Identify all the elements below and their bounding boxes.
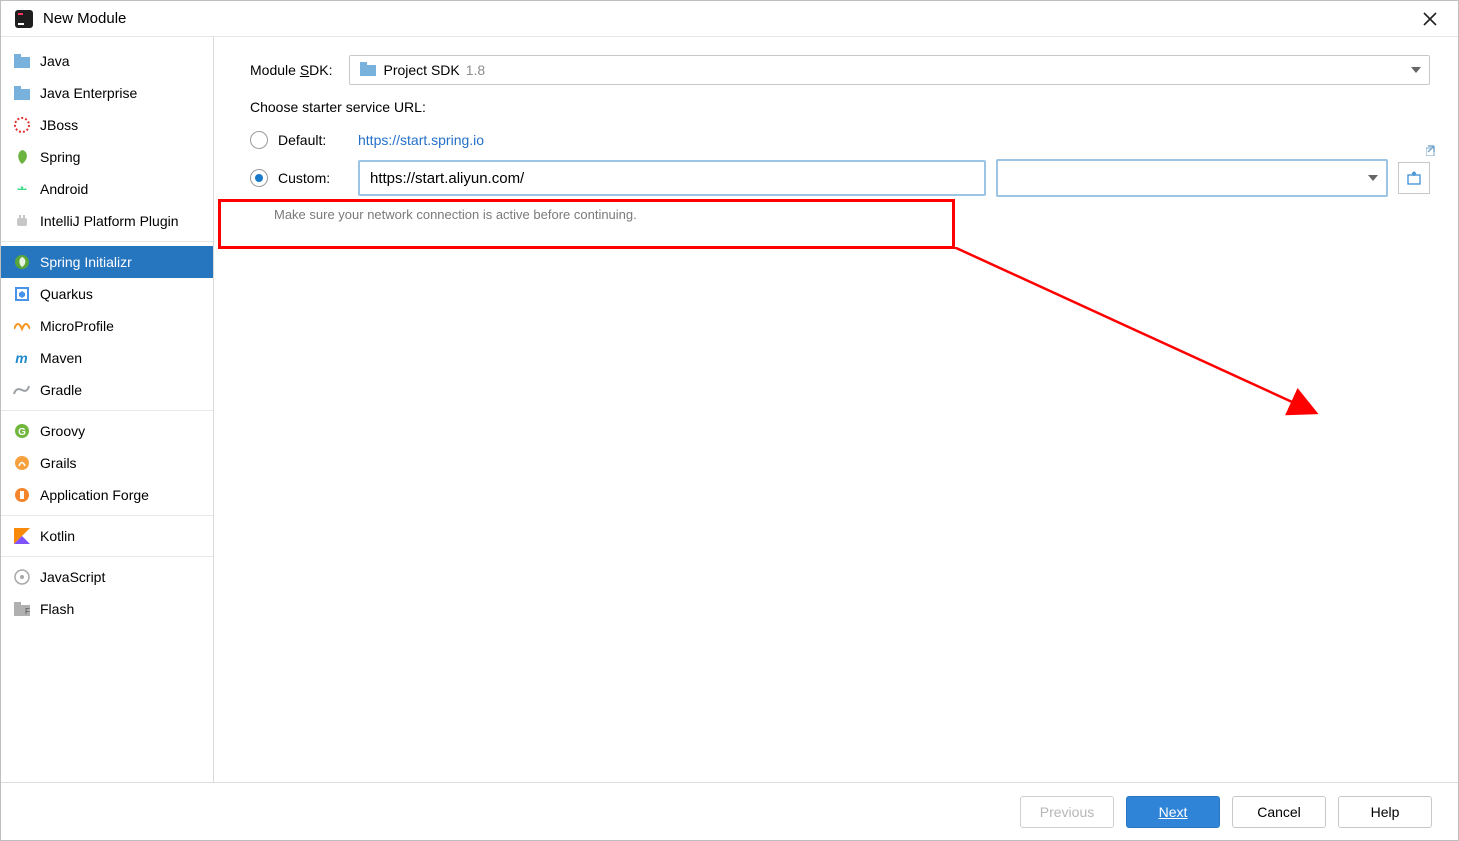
sidebar-item-flash[interactable]: F Flash — [1, 593, 213, 625]
module-type-sidebar: Java Java Enterprise JBoss Spring Androi… — [1, 37, 214, 782]
manage-settings-button[interactable] — [1398, 162, 1430, 194]
sidebar-item-label: Gradle — [40, 382, 82, 398]
main-panel: Module SDK: Project SDK 1.8 Choose start… — [214, 37, 1458, 782]
previous-button: Previous — [1020, 796, 1114, 828]
network-note: Make sure your network connection is act… — [274, 207, 1430, 222]
sidebar-item-microprofile[interactable]: MicroProfile — [1, 310, 213, 342]
custom-url-input[interactable] — [358, 160, 986, 196]
plugin-icon — [13, 213, 30, 230]
kotlin-icon — [13, 528, 30, 545]
sidebar-item-label: Kotlin — [40, 528, 75, 544]
grails-icon — [13, 455, 30, 472]
sidebar-item-intellij-plugin[interactable]: IntelliJ Platform Plugin — [1, 205, 213, 237]
window-title: New Module — [43, 10, 126, 27]
sidebar-item-android[interactable]: Android — [1, 173, 213, 205]
sidebar-item-label: MicroProfile — [40, 318, 114, 334]
default-radio-label: Default: — [278, 132, 344, 148]
sidebar-item-label: Quarkus — [40, 286, 93, 302]
folder-icon — [13, 85, 30, 102]
module-sdk-label: Module SDK: — [250, 62, 333, 78]
popout-icon[interactable] — [1426, 144, 1438, 156]
spring-initializr-icon — [13, 254, 30, 271]
starter-url-label: Choose starter service URL: — [250, 99, 1430, 115]
sidebar-item-groovy[interactable]: G Groovy — [1, 415, 213, 447]
sidebar-item-java[interactable]: Java — [1, 45, 213, 77]
svg-text:G: G — [18, 427, 26, 438]
sidebar-item-label: JavaScript — [40, 569, 105, 585]
sidebar-item-label: Maven — [40, 350, 82, 366]
groovy-icon: G — [13, 423, 30, 440]
quarkus-icon — [13, 286, 30, 303]
custom-radio[interactable] — [250, 169, 268, 187]
next-button[interactable]: Next — [1126, 796, 1220, 828]
dialog-footer: Previous Next Cancel Help — [1, 782, 1458, 840]
maven-icon: m — [13, 350, 30, 367]
annotation-arrow — [954, 247, 1334, 437]
jboss-icon — [13, 117, 30, 134]
sidebar-item-label: Grails — [40, 455, 77, 471]
android-icon — [13, 181, 30, 198]
folder-icon — [13, 53, 30, 70]
folder-grey-icon: F — [13, 601, 30, 618]
sidebar-item-label: Flash — [40, 601, 74, 617]
sidebar-item-kotlin[interactable]: Kotlin — [1, 520, 213, 552]
sidebar-item-label: Spring — [40, 149, 80, 165]
default-url-link[interactable]: https://start.spring.io — [358, 132, 484, 148]
custom-url-row: Custom: — [250, 163, 1430, 193]
sidebar-item-spring[interactable]: Spring — [1, 141, 213, 173]
settings-icon — [1406, 170, 1422, 186]
sidebar-item-quarkus[interactable]: Quarkus — [1, 278, 213, 310]
close-button[interactable] — [1412, 1, 1448, 37]
sidebar-item-spring-initializr[interactable]: Spring Initializr — [1, 246, 213, 278]
sdk-version-text: 1.8 — [466, 62, 485, 78]
cancel-button[interactable]: Cancel — [1232, 796, 1326, 828]
custom-url-history-combobox[interactable] — [996, 159, 1388, 197]
help-button[interactable]: Help — [1338, 796, 1432, 828]
new-module-dialog: New Module Java Java Enterprise JBoss — [0, 0, 1459, 841]
sidebar-item-application-forge[interactable]: Application Forge — [1, 479, 213, 511]
sidebar-item-grails[interactable]: Grails — [1, 447, 213, 479]
sidebar-item-label: Groovy — [40, 423, 85, 439]
chevron-down-icon — [1411, 67, 1421, 73]
module-sdk-combobox[interactable]: Project SDK 1.8 — [349, 55, 1431, 85]
microprofile-icon — [13, 318, 30, 335]
sidebar-item-jboss[interactable]: JBoss — [1, 109, 213, 141]
sidebar-item-java-enterprise[interactable]: Java Enterprise — [1, 77, 213, 109]
sidebar-item-javascript[interactable]: JavaScript — [1, 561, 213, 593]
folder-sdk-icon — [360, 62, 376, 78]
sdk-value-text: Project SDK — [384, 62, 460, 78]
chevron-down-icon — [1368, 175, 1378, 181]
sidebar-item-gradle[interactable]: Gradle — [1, 374, 213, 406]
forge-icon — [13, 487, 30, 504]
sidebar-item-label: Application Forge — [40, 487, 149, 503]
spring-icon — [13, 149, 30, 166]
default-radio[interactable] — [250, 131, 268, 149]
sidebar-item-label: JBoss — [40, 117, 78, 133]
titlebar: New Module — [1, 1, 1458, 37]
js-icon — [13, 569, 30, 586]
custom-radio-label: Custom: — [278, 170, 344, 186]
svg-text:F: F — [25, 607, 30, 616]
gradle-icon — [13, 382, 30, 399]
sidebar-item-label: IntelliJ Platform Plugin — [40, 213, 179, 229]
sidebar-item-maven[interactable]: m Maven — [1, 342, 213, 374]
intellij-icon — [15, 10, 33, 28]
close-icon — [1423, 12, 1437, 26]
sidebar-item-label: Spring Initializr — [40, 254, 132, 270]
sidebar-item-label: Java — [40, 53, 70, 69]
sidebar-item-label: Android — [40, 181, 88, 197]
sidebar-item-label: Java Enterprise — [40, 85, 137, 101]
default-url-row: Default: https://start.spring.io — [250, 125, 1430, 155]
